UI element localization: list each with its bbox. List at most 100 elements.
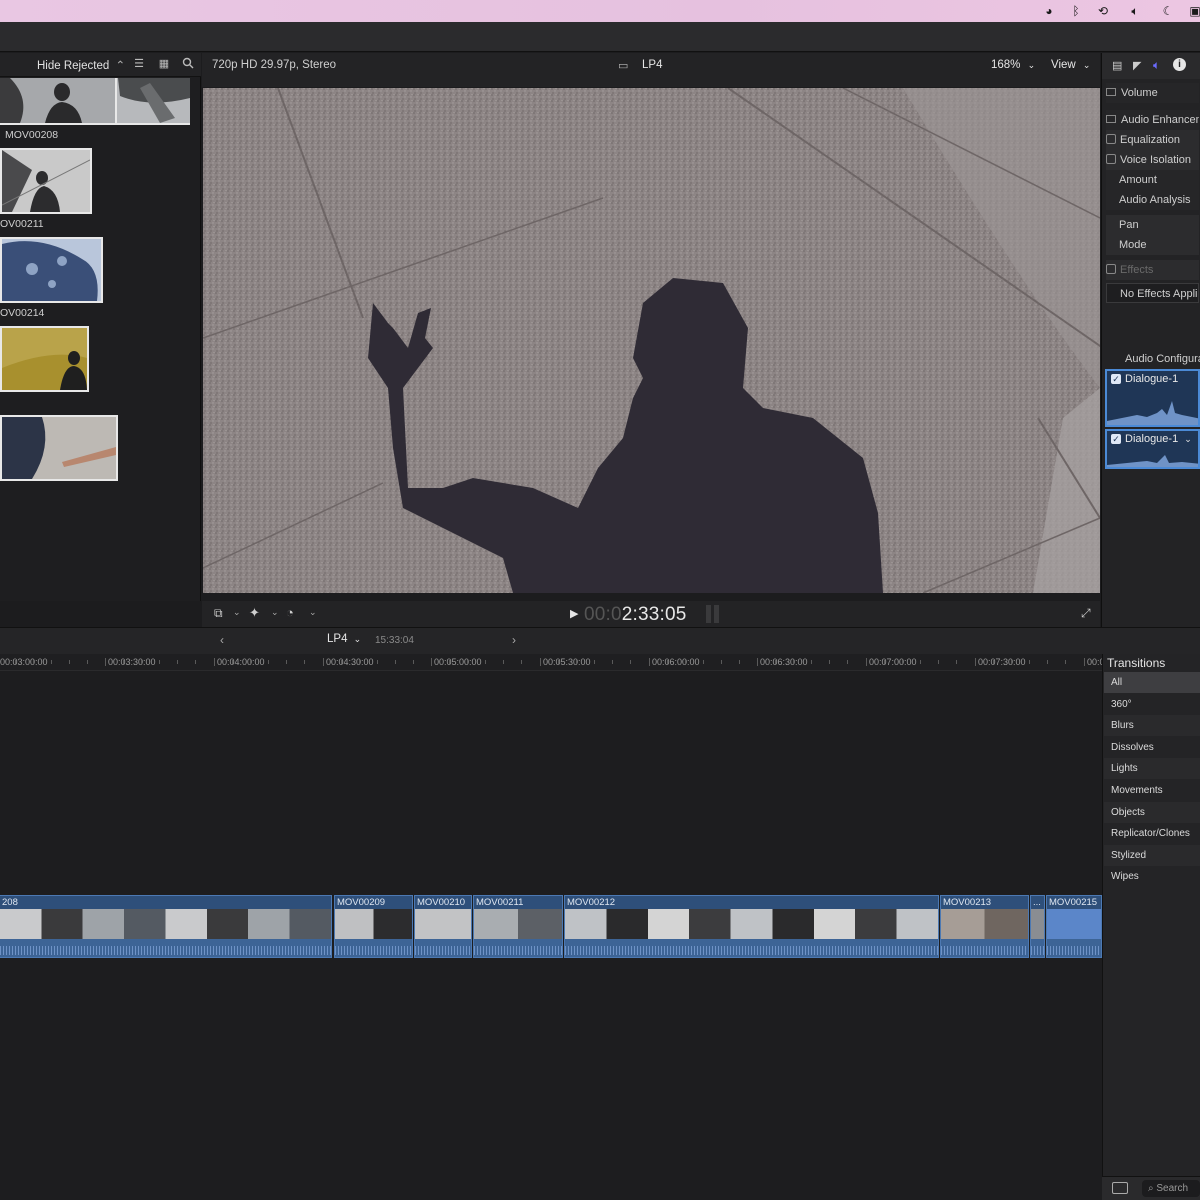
filter-dropdown[interactable]: Hide Rejected ⌃ bbox=[37, 58, 125, 72]
play-icon[interactable]: ▶ bbox=[570, 607, 578, 620]
inspector-row[interactable]: No Effects Applied bbox=[1106, 283, 1199, 303]
inspector-row[interactable]: Audio Enhancements bbox=[1106, 110, 1199, 130]
app-status-icon[interactable]: ◕ bbox=[1040, 3, 1058, 19]
timeline-clip[interactable]: MOV00210 bbox=[414, 895, 472, 958]
ruler-minor-tick bbox=[703, 660, 704, 664]
clip-thumbnail[interactable] bbox=[0, 237, 103, 303]
checkbox[interactable] bbox=[1106, 264, 1116, 274]
ruler-minor-tick bbox=[920, 660, 921, 664]
display-icon[interactable]: ▣ bbox=[1186, 3, 1200, 19]
volume-label: Volume bbox=[1121, 87, 1158, 99]
viewer-header: 720p HD 29.97p, Stereo ▭ LP4 168% ⌄ View… bbox=[202, 53, 1100, 87]
ruler-tick bbox=[757, 658, 758, 666]
bluetooth-icon[interactable]: ᛒ bbox=[1067, 3, 1085, 19]
retime-speed-icon[interactable]: ◔ bbox=[286, 605, 294, 620]
clip-thumbnail-image bbox=[2, 150, 90, 212]
time-machine-icon[interactable]: ⟲ bbox=[1094, 3, 1112, 19]
color-inspector-icon[interactable]: ◤ bbox=[1133, 59, 1141, 72]
transition-category[interactable]: Movements bbox=[1104, 780, 1200, 801]
video-inspector-icon[interactable]: ▤ bbox=[1112, 59, 1122, 72]
filmstrip-icon[interactable]: ▦ bbox=[157, 57, 171, 71]
inspector-row-label: Mode bbox=[1119, 239, 1147, 251]
clip-thumbnail[interactable] bbox=[0, 326, 89, 392]
inspector-row[interactable]: Mode bbox=[1106, 235, 1199, 255]
view-dropdown[interactable]: View ⌄ bbox=[1051, 59, 1090, 71]
checkbox[interactable] bbox=[1106, 134, 1116, 144]
inspector-row[interactable]: Amount bbox=[1106, 170, 1199, 190]
inspector-row[interactable]: Effects bbox=[1106, 260, 1199, 280]
audio-role-component[interactable]: ✓ Dialogue-1 ⌄ bbox=[1105, 429, 1200, 469]
inspector-row[interactable]: Pan bbox=[1106, 215, 1199, 235]
timeline-clip[interactable]: ... bbox=[1030, 895, 1045, 958]
clip-audio-waveform bbox=[1031, 939, 1044, 957]
timeline-ruler[interactable]: 00:03:00:00 00:03:30:00 00:04:00:00 00:04:3… bbox=[0, 654, 1102, 671]
audio-role-component[interactable]: ✓ Dialogue-1 bbox=[1105, 369, 1200, 427]
audio-inspector-icon[interactable]: 🔈︎ bbox=[1153, 58, 1160, 73]
inspector-row[interactable]: Voice Isolation bbox=[1106, 150, 1199, 170]
timeline-clip[interactable]: MOV00211 bbox=[473, 895, 563, 958]
timecode-display[interactable]: 00:02:33:05 bbox=[584, 604, 687, 626]
ruler-minor-tick bbox=[286, 660, 287, 664]
ruler-minor-tick bbox=[485, 660, 486, 664]
transition-category[interactable]: Stylized bbox=[1104, 844, 1200, 866]
enhance-wand-icon[interactable]: ✦ bbox=[249, 605, 260, 621]
chevron-down-icon[interactable]: ⌄ bbox=[309, 607, 317, 618]
timeline-project-dropdown[interactable]: LP4 ⌄ bbox=[327, 633, 361, 645]
ruler-tick bbox=[214, 658, 215, 666]
transition-category[interactable]: Lights bbox=[1104, 758, 1200, 780]
ruler-minor-tick bbox=[395, 660, 396, 664]
ruler-timecode: 00:04:30:00 bbox=[326, 657, 374, 667]
clip-name: MOV00215 bbox=[1049, 897, 1098, 908]
clip-label: MOV00208 bbox=[5, 129, 59, 141]
timeline-clip[interactable]: MOV00213 bbox=[940, 895, 1029, 958]
transform-icon[interactable]: ⧉ bbox=[214, 606, 223, 621]
transition-category[interactable]: Blurs bbox=[1104, 715, 1200, 737]
ruler-minor-tick bbox=[232, 660, 233, 664]
ruler-minor-tick bbox=[902, 660, 903, 664]
clip-thumbnail[interactable] bbox=[0, 148, 92, 214]
video-frame[interactable] bbox=[203, 88, 1100, 593]
previous-icon[interactable]: ‹ bbox=[220, 633, 224, 647]
ruler-tick bbox=[105, 658, 106, 666]
ruler-minor-tick bbox=[33, 660, 34, 664]
clip-browser: Hide Rejected ⌃ ☰ ▦ MOV00208 OV00211 OV0… bbox=[0, 53, 201, 601]
inspector-row[interactable]: Audio Analysis bbox=[1106, 190, 1199, 210]
transition-category[interactable]: Dissolves bbox=[1104, 737, 1200, 758]
sidebar-toggle-icon[interactable] bbox=[1112, 1182, 1128, 1194]
clip-thumbnail[interactable] bbox=[0, 415, 118, 481]
checkbox[interactable] bbox=[1106, 154, 1116, 164]
moon-icon[interactable]: ☾ bbox=[1159, 3, 1177, 19]
timeline-clip[interactable]: MOV00209 bbox=[334, 895, 413, 958]
chevron-down-icon[interactable]: ⌄ bbox=[271, 607, 279, 618]
chevron-down-icon[interactable]: ⌄ bbox=[233, 607, 241, 618]
ruler-tick bbox=[540, 658, 541, 666]
clip-audio-waveform bbox=[941, 939, 1028, 957]
search-field[interactable]: ⌕ Search bbox=[1142, 1180, 1200, 1197]
next-icon[interactable]: › bbox=[512, 633, 516, 647]
search-icon[interactable] bbox=[181, 57, 195, 71]
transition-category[interactable]: All bbox=[1104, 672, 1200, 693]
timeline-clip[interactable]: 208 bbox=[0, 895, 332, 958]
role-checkbox[interactable]: ✓ bbox=[1111, 434, 1121, 444]
inspector-row[interactable]: Equalization bbox=[1106, 130, 1199, 150]
clip-appearance-icon[interactable]: ☰ bbox=[132, 57, 146, 71]
ruler-minor-tick bbox=[250, 660, 251, 664]
volume-icon[interactable]: 🔈︎ bbox=[1126, 3, 1144, 19]
transition-category[interactable]: Replicator/Clones bbox=[1104, 823, 1200, 844]
timeline-clip[interactable]: MOV00215 bbox=[1046, 895, 1102, 958]
info-icon[interactable]: i bbox=[1173, 58, 1186, 71]
clip-thumbnail-selected[interactable] bbox=[0, 78, 190, 125]
transition-category[interactable]: 360° bbox=[1104, 694, 1200, 715]
volume-row[interactable]: Volume bbox=[1106, 83, 1199, 103]
ruler-minor-tick bbox=[413, 660, 414, 664]
transition-category[interactable]: Wipes bbox=[1104, 866, 1200, 887]
transition-category[interactable]: Objects bbox=[1104, 801, 1200, 823]
ruler-minor-tick bbox=[811, 660, 812, 664]
chevron-down-icon[interactable]: ⌄ bbox=[1184, 434, 1192, 444]
role-checkbox[interactable]: ✓ bbox=[1111, 374, 1121, 384]
audio-config-label: Audio Configuration bbox=[1125, 353, 1200, 365]
timeline-clip[interactable]: MOV00212 bbox=[564, 895, 939, 958]
fullscreen-icon[interactable]: ⤢ bbox=[1081, 606, 1091, 621]
ruler-minor-tick bbox=[503, 660, 504, 664]
zoom-dropdown[interactable]: 168% ⌄ bbox=[991, 59, 1035, 71]
